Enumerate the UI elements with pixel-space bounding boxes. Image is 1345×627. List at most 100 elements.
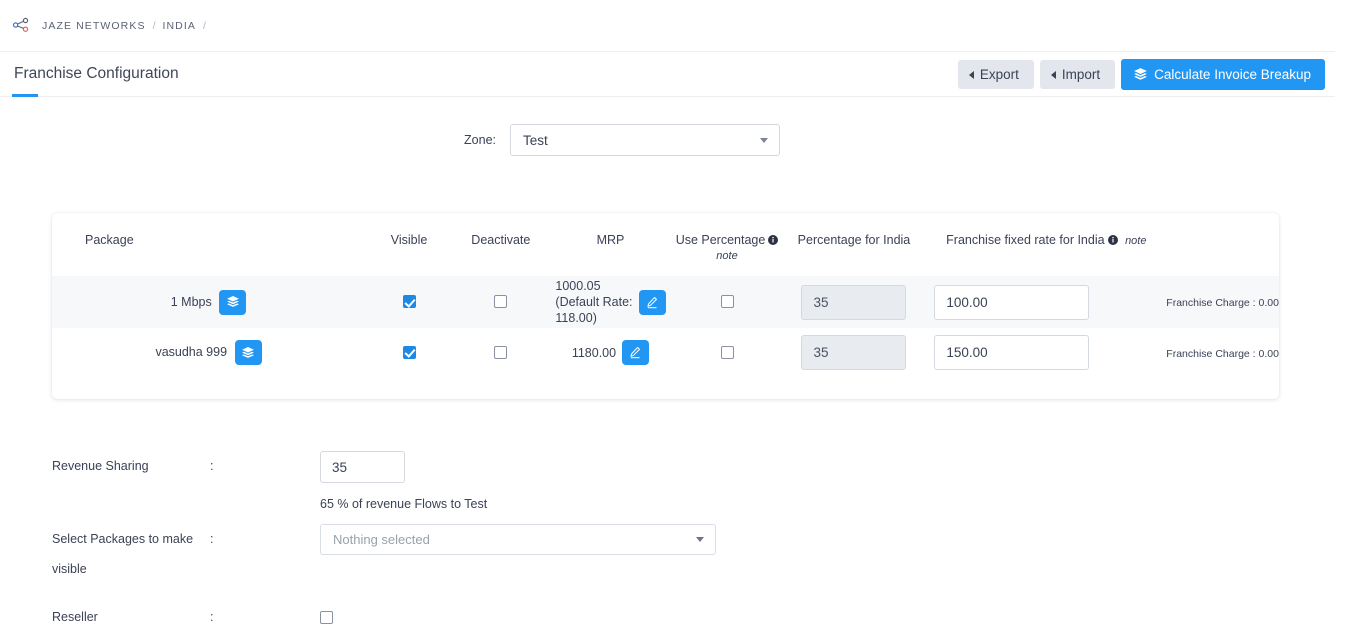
table-row: 1 Mbps [52,276,1279,328]
mrp-value: 1180.00 [572,345,616,361]
import-button[interactable]: Import [1040,60,1115,89]
column-header-percentage-for-india: Percentage for India [782,213,927,276]
revenue-sharing-input[interactable] [320,451,405,483]
franchise-charge-note: Franchise Charge : 0.00 [1166,297,1279,309]
info-icon[interactable] [1108,234,1118,248]
reseller-label: Reseller [0,609,210,625]
mrp-default-rate-value: 118.00) [555,310,632,326]
column-header-visible: Visible [365,213,453,276]
use-percentage-checkbox[interactable] [721,346,734,359]
visible-cell [365,276,453,328]
deactivate-checkbox[interactable] [494,346,507,359]
visible-checkbox[interactable] [403,346,416,359]
info-icon[interactable] [768,234,778,248]
use-percentage-checkbox[interactable] [721,295,734,308]
select-packages-placeholder: Nothing selected [333,532,430,547]
reseller-colon: : [210,609,320,625]
percentage-cell [782,276,927,328]
zone-row: Zone: Test [0,124,1345,156]
layers-icon[interactable] [219,290,246,315]
revenue-sharing-field: 65 % of revenue Flows to Test [320,451,1345,511]
share-nodes-icon [12,17,30,35]
visible-cell [365,328,453,377]
reseller-field [320,609,1345,627]
percentage-cell [782,328,927,377]
calculate-invoice-breakup-button[interactable]: Calculate Invoice Breakup [1121,59,1325,90]
package-name: 1 Mbps [171,294,212,308]
layers-icon [1133,67,1148,82]
mrp-default-rate-label: (Default Rate: [555,294,632,310]
use-percentage-cell [672,276,781,328]
export-button[interactable]: Export [958,60,1034,89]
zone-label: Zone: [0,133,510,147]
chevron-down-icon [696,537,704,542]
header-actions: Export Import Calculate Invoice Breakup [958,59,1325,90]
column-header-package: Package [52,213,365,276]
select-packages-dropdown[interactable]: Nothing selected [320,524,716,555]
package-name: vasudha 999 [155,345,227,359]
revenue-sharing-row: Revenue Sharing : 65 % of revenue Flows … [0,451,1345,511]
franchise-fixed-rate-cell [926,276,1166,328]
franchise-charge-cell: Franchise Charge : 0.00 [1166,328,1279,377]
percentage-input[interactable] [801,285,906,320]
breadcrumb-separator: / [203,20,206,32]
table-header-row: Package Visible Deactivate MRP Use Perce… [52,213,1279,276]
select-packages-row: Select Packages to make visible : Nothin… [0,524,1345,584]
franchise-fixed-text: Franchise fixed rate for India [946,233,1104,247]
breadcrumb-item-india[interactable]: INDIA [162,20,196,32]
franchise-fixed-rate-input[interactable] [934,285,1089,320]
breadcrumb-item-jaze-networks[interactable]: JAZE NETWORKS [42,20,146,32]
table-row: vasudha 999 [52,328,1279,377]
column-header-franchise-fixed-rate: Franchise fixed rate for India note [926,213,1166,276]
package-table-head: Package Visible Deactivate MRP Use Perce… [52,213,1279,276]
breadcrumb-bar: JAZE NETWORKS / INDIA / [0,0,1335,52]
franchise-charge-cell: Franchise Charge : 0.00 [1166,276,1279,328]
reseller-checkbox[interactable] [320,611,333,624]
deactivate-checkbox[interactable] [494,295,507,308]
franchise-fixed-rate-input[interactable] [934,335,1089,370]
use-percentage-cell [672,328,781,377]
select-packages-label: Select Packages to make visible [0,524,210,584]
arrow-left-icon [969,71,974,79]
calculate-invoice-breakup-label: Calculate Invoice Breakup [1154,67,1311,82]
breadcrumb: JAZE NETWORKS / INDIA / [42,20,206,32]
deactivate-cell [453,328,548,377]
import-button-label: Import [1062,67,1100,82]
reseller-row: Reseller : [0,609,1345,627]
deactivate-cell [453,276,548,328]
visible-checkbox[interactable] [403,295,416,308]
layers-icon[interactable] [235,340,262,365]
column-header-spacer [1166,213,1279,276]
page-header: Franchise Configuration Export Import Ca… [0,52,1335,97]
percentage-input[interactable] [801,335,906,370]
settings-form: Revenue Sharing : 65 % of revenue Flows … [0,451,1345,627]
use-percentage-note: note [672,250,781,262]
franchise-charge-note: Franchise Charge : 0.00 [1166,348,1279,360]
package-cell: vasudha 999 [52,328,365,377]
franchise-fixed-note: note [1125,235,1146,247]
page-title: Franchise Configuration [14,65,179,83]
column-header-mrp: MRP [548,213,672,276]
mrp-cell: 1180.00 [548,328,672,377]
use-percentage-text: Use Percentage [676,233,766,247]
mrp-value: 1000.05 [555,278,632,294]
package-table: Package Visible Deactivate MRP Use Perce… [52,213,1279,377]
arrow-left-icon [1051,71,1056,79]
revenue-sharing-colon: : [210,451,320,481]
mrp-cell: 1000.05 (Default Rate: 118.00) [548,276,672,328]
package-cell: 1 Mbps [52,276,365,328]
column-header-deactivate: Deactivate [453,213,548,276]
package-table-card: Package Visible Deactivate MRP Use Perce… [52,213,1279,399]
package-table-body: 1 Mbps [52,276,1279,377]
select-packages-field: Nothing selected [320,524,1345,555]
title-underline [12,94,38,97]
chevron-down-icon [760,138,768,143]
revenue-sharing-label: Revenue Sharing [0,451,210,481]
zone-select-value: Test [523,133,548,148]
breadcrumb-separator: / [153,20,156,32]
pencil-icon[interactable] [639,290,666,315]
column-header-use-percentage: Use Percentage note [672,213,781,276]
revenue-sharing-helper: 65 % of revenue Flows to Test [320,497,1345,511]
pencil-icon[interactable] [622,340,649,365]
zone-select[interactable]: Test [510,124,780,156]
